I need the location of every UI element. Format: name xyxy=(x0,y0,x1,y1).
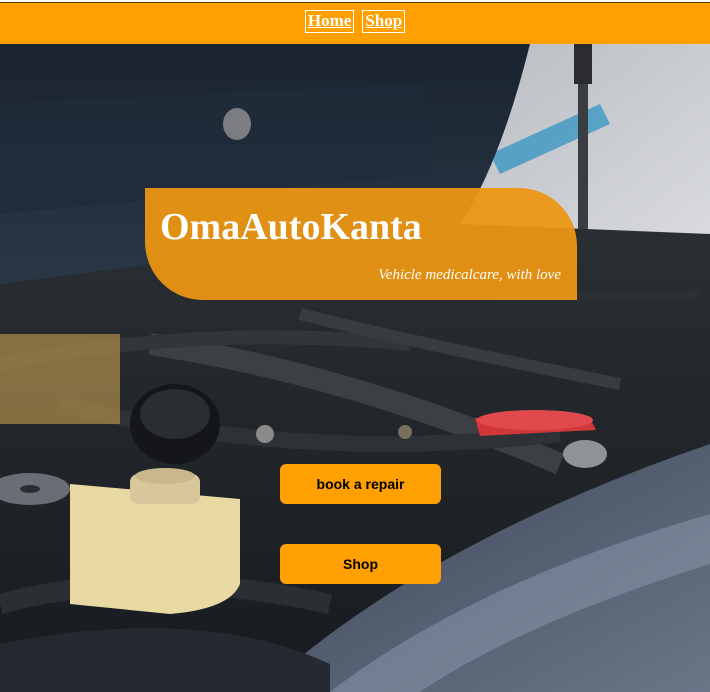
hero-background-image xyxy=(0,44,710,692)
nav-link-home[interactable]: Home xyxy=(304,10,355,33)
top-navigation-bar: Home Shop xyxy=(0,2,710,44)
site-tagline: Vehicle medicalcare, with love xyxy=(378,267,561,283)
nav-link-shop[interactable]: Shop xyxy=(362,10,406,33)
engine-bay-illustration xyxy=(0,44,710,692)
site-title: OmaAutoKanta xyxy=(160,206,422,248)
shop-button[interactable]: Shop xyxy=(280,544,441,584)
book-repair-button[interactable]: book a repair xyxy=(280,464,441,504)
page: Home Shop OmaAutoKanta Vehicle medicalca… xyxy=(0,0,710,692)
